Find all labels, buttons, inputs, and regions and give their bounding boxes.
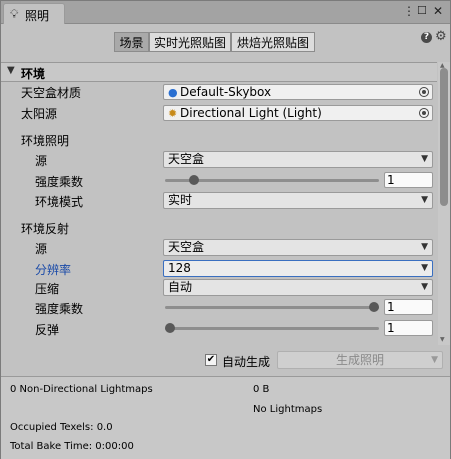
compression-dropdown[interactable]: 自动 ▼ — [163, 279, 433, 296]
total-bake-time: Total Bake Time: 0:00:00 — [10, 441, 134, 452]
lighting-source-dropdown[interactable]: 天空盒 ▼ — [163, 151, 433, 168]
no-lightmaps-text: No Lightmaps — [253, 404, 323, 415]
tab-title: 照明 — [25, 9, 50, 23]
ambient-mode-dropdown[interactable]: 实时 ▼ — [163, 192, 433, 209]
reflection-source-value: 天空盒 — [168, 240, 205, 254]
chevron-down-icon: ▼ — [421, 282, 428, 292]
reflection-intensity-label: 强度乘数 — [35, 302, 84, 316]
tab-scene[interactable]: 场景 — [114, 32, 149, 52]
ambient-mode-label: 环境模式 — [35, 195, 84, 209]
toolbar: 场景 实时光照贴图 烘焙光照贴图 ? ⚙ — [1, 24, 450, 62]
skybox-material-label: 天空盒材质 — [21, 86, 82, 100]
slider-thumb[interactable] — [189, 175, 199, 185]
gear-icon[interactable]: ⚙ — [435, 29, 447, 44]
lighting-intensity-label: 强度乘数 — [35, 175, 84, 189]
skybox-material-field[interactable]: ● Default-Skybox — [163, 84, 433, 100]
compression-value: 自动 — [168, 280, 193, 294]
checkmark-icon: ✔ — [206, 354, 216, 365]
tab-baked-lightmaps[interactable]: 烘焙光照贴图 — [231, 32, 315, 52]
slider-thumb[interactable] — [369, 302, 379, 312]
occupied-texels: Occupied Texels: 0.0 — [10, 422, 113, 433]
resolution-label: 分辨率 — [35, 263, 72, 277]
lightmap-stats: 0 Non-Directional Lightmaps 0 B No Light… — [1, 376, 450, 459]
chevron-down-icon: ▼ — [421, 154, 428, 164]
light-icon: ✹ — [168, 107, 178, 120]
bounces-label: 反弹 — [35, 323, 60, 337]
help-icon[interactable]: ? — [421, 32, 432, 43]
compression-label: 压缩 — [35, 282, 60, 296]
section-title: 环境 — [21, 67, 46, 81]
bounces-input[interactable]: 1 — [384, 320, 433, 336]
generate-lighting-button[interactable]: 生成照明 ▼ — [277, 351, 443, 369]
chevron-down-icon: ▼ — [421, 242, 428, 252]
material-sphere-icon: ● — [168, 86, 178, 99]
environment-lighting-title: 环境照明 — [21, 134, 70, 148]
lighting-intensity-input[interactable]: 1 — [384, 172, 433, 188]
reflection-intensity-input[interactable]: 1 — [384, 299, 433, 315]
settings-panel: ▼ 环境 天空盒材质 ● Default-Skybox 太阳源 ✹ Direct… — [1, 62, 437, 345]
chevron-down-icon: ▼ — [421, 195, 428, 205]
sun-source-field[interactable]: ✹ Directional Light (Light) — [163, 105, 433, 121]
skybox-material-value: Default-Skybox — [180, 85, 272, 99]
sun-source-value: Directional Light (Light) — [180, 106, 322, 120]
scroll-down-icon[interactable]: ▼ — [440, 336, 445, 343]
slider-track — [165, 306, 379, 309]
tab-realtime-lightmaps[interactable]: 实时光照贴图 — [149, 32, 231, 52]
generate-row: ✔ 自动生成 生成照明 ▼ — [1, 345, 450, 375]
reflection-intensity-slider[interactable] — [165, 300, 379, 315]
scrollbar-thumb[interactable] — [440, 68, 448, 206]
object-picker-icon[interactable] — [419, 108, 429, 118]
generate-lighting-label: 生成照明 — [335, 353, 384, 367]
auto-generate-checkbox[interactable]: ✔ — [205, 354, 217, 366]
ambient-mode-value: 实时 — [168, 193, 193, 207]
lighting-source-value: 天空盒 — [168, 152, 205, 166]
slider-thumb[interactable] — [165, 323, 175, 333]
tab-lighting[interactable]: 💡︎ 照明 — [3, 3, 65, 24]
chevron-down-icon: ▼ — [421, 263, 428, 273]
resolution-dropdown[interactable]: 128 ▼ — [163, 260, 433, 277]
maximize-icon[interactable]: ☐ — [417, 4, 427, 17]
title-bar: 💡︎ 照明 ⋮ ☐ ✕ — [1, 1, 450, 24]
more-vertical-icon[interactable]: ⋮ — [403, 4, 415, 18]
section-environment[interactable]: ▼ 环境 — [1, 62, 437, 82]
bounces-slider[interactable] — [165, 321, 379, 336]
lighting-window: 💡︎ 照明 ⋮ ☐ ✕ 场景 实时光照贴图 烘焙光照贴图 ? ⚙ ▼ 环境 天空… — [0, 0, 451, 459]
lightmaps-count: 0 Non-Directional Lightmaps — [10, 384, 153, 395]
sun-source-label: 太阳源 — [21, 107, 58, 121]
chevron-down-icon[interactable]: ▼ — [431, 352, 438, 368]
lightmaps-size: 0 B — [253, 384, 270, 395]
lighting-source-label: 源 — [35, 154, 48, 168]
vertical-scrollbar[interactable]: ▲ ▼ — [438, 62, 450, 345]
reflection-source-dropdown[interactable]: 天空盒 ▼ — [163, 239, 433, 256]
auto-generate-label: 自动生成 — [222, 355, 271, 369]
close-icon[interactable]: ✕ — [433, 4, 443, 18]
lighting-intensity-slider[interactable] — [165, 173, 379, 188]
reflection-source-label: 源 — [35, 242, 48, 256]
foldout-arrow-icon[interactable]: ▼ — [7, 65, 15, 76]
resolution-value: 128 — [168, 261, 191, 275]
slider-track — [165, 327, 379, 330]
object-picker-icon[interactable] — [419, 87, 429, 97]
environment-reflections-title: 环境反射 — [21, 222, 70, 236]
lightbulb-icon: 💡︎ — [10, 7, 19, 21]
